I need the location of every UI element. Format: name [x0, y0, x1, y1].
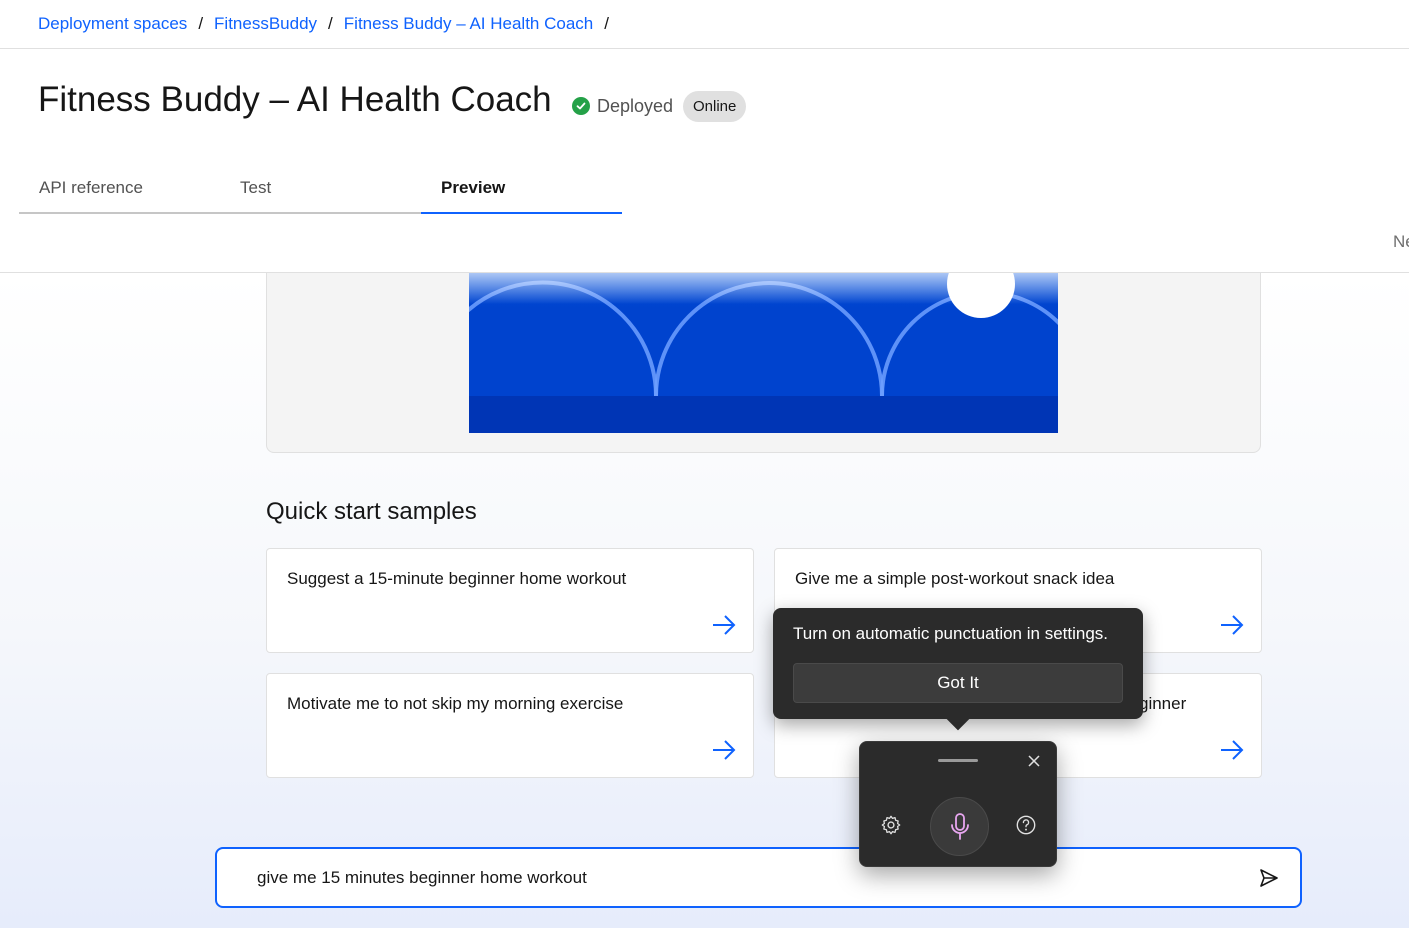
tip-text: Turn on automatic punctuation in setting… [793, 624, 1108, 643]
sample-card-text: Motivate me to not skip my morning exerc… [287, 694, 624, 713]
truncated-label: Ne [1393, 232, 1409, 251]
header-divider [0, 48, 1409, 49]
deployment-status: Deployed [572, 94, 673, 118]
microphone-icon [950, 812, 969, 840]
sample-card-text: Suggest a 15-minute beginner home workou… [287, 569, 627, 588]
sample-card[interactable]: Motivate me to not skip my morning exerc… [266, 673, 754, 778]
drag-handle[interactable] [938, 759, 978, 762]
microphone-button[interactable] [930, 797, 989, 856]
tab-list: API reference Test Preview [19, 170, 622, 214]
tab-preview[interactable]: Preview [421, 170, 622, 214]
voice-typing-panel [859, 741, 1057, 867]
gear-icon[interactable] [880, 814, 902, 836]
hero-fade [469, 273, 1058, 304]
breadcrumb: Deployment spaces / FitnessBuddy / Fitne… [38, 12, 620, 36]
close-icon[interactable] [1025, 752, 1043, 770]
help-icon[interactable] [1015, 814, 1037, 836]
page-title: Fitness Buddy – AI Health Coach [38, 80, 552, 119]
arrow-right-icon [713, 740, 736, 760]
status-badge: Online [683, 91, 747, 122]
breadcrumb-separator: / [328, 14, 333, 33]
arrow-right-icon [1221, 740, 1244, 760]
chat-input[interactable] [257, 866, 1157, 890]
voice-typing-tip: Turn on automatic punctuation in setting… [773, 608, 1143, 731]
chat-input-container [215, 847, 1302, 908]
breadcrumb-separator: / [198, 14, 204, 33]
sample-card[interactable]: Suggest a 15-minute beginner home workou… [266, 548, 754, 653]
arrow-right-icon [1221, 615, 1244, 635]
breadcrumb-deployment-spaces[interactable]: Deployment spaces [38, 14, 187, 34]
send-icon[interactable] [1258, 867, 1280, 889]
preview-panel: Quick start samples Suggest a 15-minute … [0, 273, 1409, 928]
breadcrumb-deployment[interactable]: Fitness Buddy – AI Health Coach [344, 14, 593, 34]
breadcrumb-fitnessbuddy[interactable]: FitnessBuddy [214, 14, 317, 34]
sample-card-text: ginner [1139, 694, 1187, 713]
arrow-right-icon [713, 615, 736, 635]
tab-test[interactable]: Test [220, 170, 421, 214]
breadcrumb-separator: / [604, 14, 609, 33]
got-it-button[interactable]: Got It [793, 663, 1123, 703]
quick-start-title: Quick start samples [266, 498, 477, 525]
checkmark-filled-icon [572, 97, 590, 115]
hero-illustration [469, 273, 1058, 433]
tab-api-reference[interactable]: API reference [19, 170, 220, 214]
hero-card [266, 273, 1261, 453]
sample-card-text: Give me a simple post-workout snack idea [795, 569, 1115, 588]
status-label: Deployed [597, 95, 674, 116]
